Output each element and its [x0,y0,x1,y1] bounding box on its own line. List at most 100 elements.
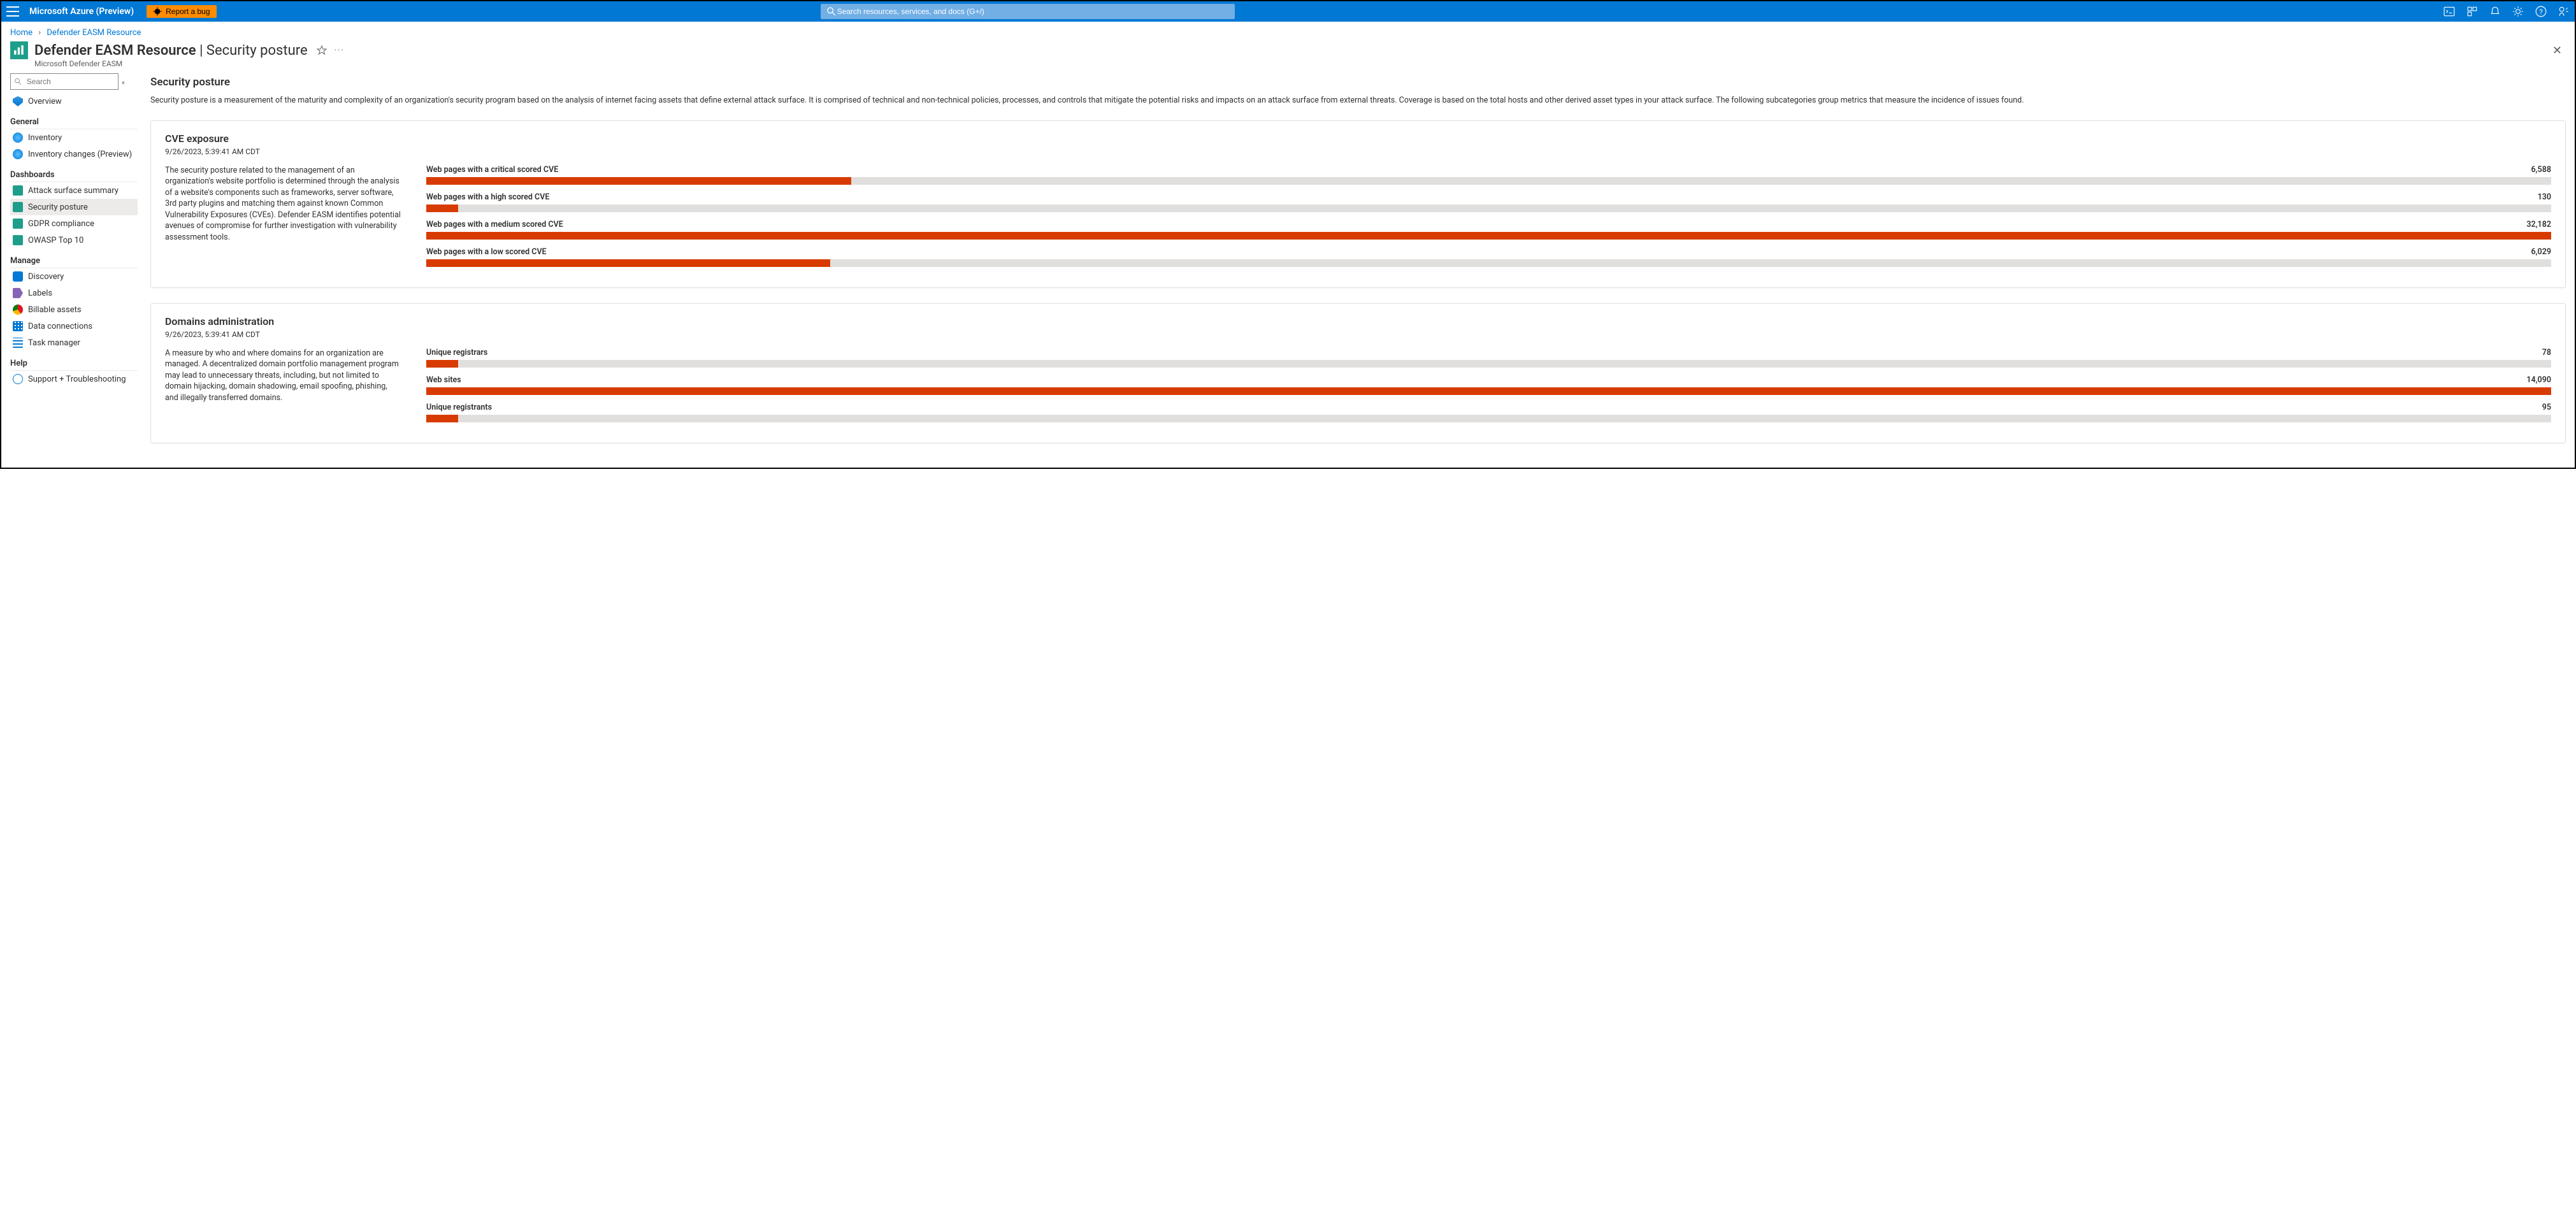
sidebar-item-inventory[interactable]: Inventory [10,129,138,146]
content-title: Security posture [150,76,2566,89]
metrics-list: Web pages with a critical scored CVE 6,5… [426,165,2551,275]
metric-value: 32,182 [2526,220,2551,229]
metric-row[interactable]: Unique registrants 95 [426,403,2551,422]
metric-label: Web sites [426,375,461,385]
cloud-shell-icon[interactable] [2443,6,2455,17]
sidebar-group-help: Help [10,355,138,371]
content-intro: Security posture is a measurement of the… [150,95,2566,106]
breadcrumb-home[interactable]: Home [10,28,32,38]
content-area: Security posture Security posture is a m… [150,73,2566,459]
sidebar-item-gdpr[interactable]: GDPR compliance [10,215,138,232]
hamburger-menu-icon[interactable] [6,5,19,18]
metric-row[interactable]: Web pages with a low scored CVE 6,029 [426,247,2551,267]
metric-row[interactable]: Web sites 14,090 [426,375,2551,395]
sidebar-item-labels[interactable]: Labels [10,285,138,301]
help-icon [13,374,23,384]
feedback-icon[interactable] [2558,6,2570,17]
sidebar-item-label: GDPR compliance [28,219,94,229]
metric-value: 95 [2542,403,2551,412]
grid-icon [13,321,23,331]
metric-bar [426,360,2551,368]
card-timestamp: 9/26/2023, 5:39:41 AM CDT [165,147,2551,156]
metric-value: 130 [2538,192,2551,202]
sidebar-group-manage: Manage [10,252,138,268]
metric-value: 14,090 [2526,375,2551,385]
sidebar-item-support[interactable]: Support + Troubleshooting [10,371,138,387]
settings-icon[interactable] [2512,6,2524,17]
help-icon[interactable]: ? [2535,6,2547,17]
metric-value: 78 [2542,348,2551,357]
sidebar-item-label: Attack surface summary [28,186,119,196]
sidebar-item-label: Billable assets [28,305,82,315]
tag-icon [13,288,23,298]
sidebar-search-input[interactable] [25,76,114,87]
metric-label: Unique registrars [426,348,487,357]
breadcrumb-separator: › [38,28,41,38]
report-bug-button[interactable]: Report a bug [147,5,216,18]
chart-icon [13,219,23,229]
svg-text:?: ? [2539,8,2542,17]
favorite-star-icon[interactable] [317,45,327,55]
resource-name: Defender EASM Resource [34,43,196,59]
sidebar-item-label: Overview [28,97,62,106]
sidebar-item-inventory-changes[interactable]: Inventory changes (Preview) [10,146,138,162]
chart-icon [13,185,23,196]
breadcrumb-current[interactable]: Defender EASM Resource [47,28,141,38]
sidebar-item-security-posture[interactable]: Security posture [10,199,138,215]
sidebar-item-label: Task manager [28,338,80,348]
metric-row[interactable]: Unique registrars 78 [426,348,2551,368]
metric-label: Web pages with a low scored CVE [426,247,547,257]
page-title: Defender EASM Resource | Security postur… [34,43,308,59]
sidebar-item-label: OWASP Top 10 [28,236,83,245]
sidebar-item-owasp[interactable]: OWASP Top 10 [10,232,138,248]
notifications-icon[interactable] [2489,6,2501,17]
metric-label: Unique registrants [426,403,492,412]
brand-label[interactable]: Microsoft Azure (Preview) [29,6,134,17]
metric-row[interactable]: Web pages with a high scored CVE 130 [426,192,2551,212]
page-title-row: Defender EASM Resource | Security postur… [1,40,2575,61]
meter-icon [13,305,23,315]
top-nav-bar: Microsoft Azure (Preview) Report a bug ? [1,1,2575,22]
metric-bar [426,232,2551,240]
metric-bar [426,177,2551,185]
sidebar-item-overview[interactable]: Overview [10,93,138,110]
sidebar-item-discovery[interactable]: Discovery [10,268,138,285]
sidebar-item-data-connections[interactable]: Data connections [10,318,138,334]
chart-icon [13,202,23,212]
metric-bar [426,415,2551,422]
global-search[interactable] [821,4,1235,19]
metric-value: 6,588 [2531,165,2551,175]
metric-label: Web pages with a critical scored CVE [426,165,558,175]
breadcrumb: Home › Defender EASM Resource [1,22,2575,40]
card-title: CVE exposure [165,133,2551,145]
sidebar-item-attack-surface[interactable]: Attack surface summary [10,182,138,199]
binoculars-icon [13,271,23,282]
search-icon [827,7,836,16]
sidebar-item-label: Security posture [28,203,88,212]
search-icon [15,78,22,85]
directory-icon[interactable] [2466,6,2478,17]
metric-bar [426,204,2551,212]
tasks-icon [13,338,23,348]
sidebar-item-label: Support + Troubleshooting [28,375,126,384]
report-bug-label: Report a bug [166,7,210,16]
metric-row[interactable]: Web pages with a critical scored CVE 6,5… [426,165,2551,185]
sidebar-item-task-manager[interactable]: Task manager [10,334,138,351]
card-title: Domains administration [165,315,2551,327]
close-blade-icon[interactable]: ✕ [2552,44,2566,57]
metric-bar [426,387,2551,395]
card-timestamp: 9/26/2023, 5:39:41 AM CDT [165,330,2551,339]
card-cve-exposure: CVE exposure 9/26/2023, 5:39:41 AM CDT T… [150,120,2566,288]
card-domains-admin: Domains administration 9/26/2023, 5:39:4… [150,303,2566,443]
page-name: Security posture [206,43,308,59]
metric-row[interactable]: Web pages with a medium scored CVE 32,18… [426,220,2551,240]
sidebar-item-label: Labels [28,289,52,298]
metric-value: 6,029 [2531,247,2551,257]
chart-icon [13,235,23,245]
card-description: The security posture related to the mana… [165,165,401,275]
sidebar-search[interactable] [10,73,119,90]
sidebar-item-billable[interactable]: Billable assets [10,301,138,318]
sidebar-item-label: Inventory [28,133,62,143]
global-search-input[interactable] [836,6,1228,17]
more-actions-icon[interactable]: ··· [335,46,345,55]
